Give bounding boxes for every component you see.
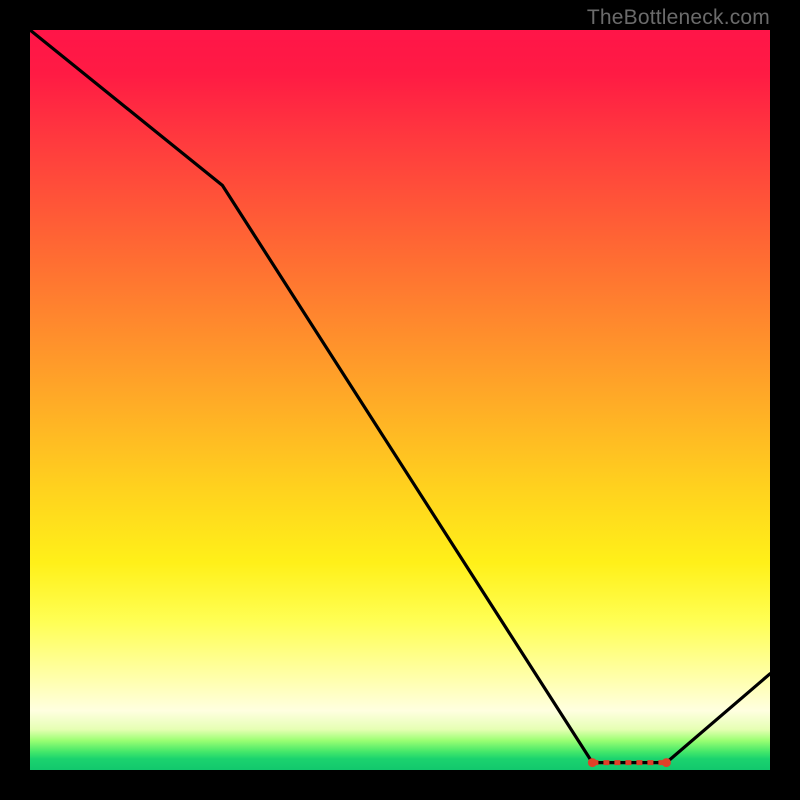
marker-dot-end [662,758,671,767]
chart-svg [30,30,770,770]
bottleneck-curve [30,30,770,763]
watermark-text: TheBottleneck.com [587,6,770,30]
curve-layer [30,30,770,763]
plot-area [30,30,770,770]
marker-dot-start [588,758,597,767]
chart-frame: TheBottleneck.com [0,0,800,800]
